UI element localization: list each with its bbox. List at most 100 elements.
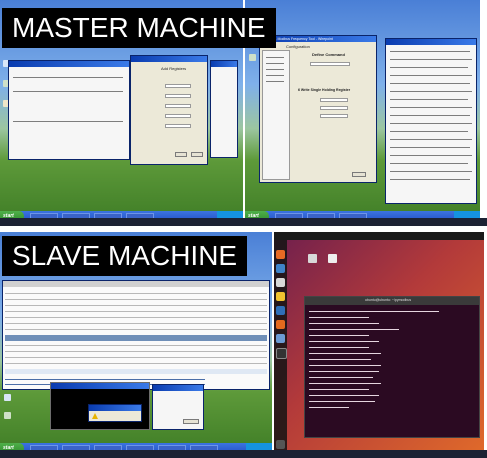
warning-icon bbox=[92, 413, 98, 419]
modbus-tool-window: Modbus - Modbus Frequency Tool - Wirepoi… bbox=[259, 35, 377, 183]
host-taskbar bbox=[0, 218, 487, 226]
tree-item[interactable] bbox=[266, 75, 284, 76]
terminal-line bbox=[309, 395, 379, 396]
terminal-line bbox=[309, 371, 379, 372]
host-taskbar bbox=[0, 450, 487, 458]
menu-configuration[interactable]: Configuration bbox=[286, 44, 310, 49]
terminal-icon[interactable] bbox=[276, 348, 287, 359]
alert-dialog bbox=[88, 404, 142, 422]
tree-item[interactable] bbox=[266, 57, 284, 58]
desktop-file-icon[interactable] bbox=[328, 254, 337, 263]
slave-id-field[interactable] bbox=[320, 114, 348, 118]
register-field[interactable] bbox=[165, 84, 191, 88]
log-line bbox=[390, 91, 472, 92]
terminal-line bbox=[309, 377, 373, 378]
terminal-line bbox=[309, 341, 379, 342]
selected-packet-row[interactable] bbox=[5, 335, 267, 341]
log-line bbox=[390, 131, 468, 132]
packet-row[interactable] bbox=[5, 345, 267, 346]
show-apps-icon[interactable] bbox=[276, 440, 285, 449]
add-registers-dialog: Add Registers bbox=[130, 55, 208, 165]
software-icon[interactable] bbox=[276, 320, 285, 329]
log-line bbox=[390, 83, 470, 84]
window-titlebar[interactable] bbox=[51, 383, 149, 389]
packet-detail-line bbox=[5, 379, 205, 380]
log-line bbox=[390, 115, 470, 116]
divider bbox=[13, 91, 123, 92]
tree-item[interactable] bbox=[266, 63, 284, 64]
packet-capture-window bbox=[2, 280, 270, 390]
tree-item[interactable] bbox=[266, 81, 284, 82]
cancel-button[interactable] bbox=[191, 152, 203, 157]
packet-row[interactable] bbox=[5, 299, 267, 300]
terminal-line bbox=[309, 389, 369, 390]
desktop-icon[interactable] bbox=[249, 54, 256, 61]
master-right-screen: Modbus - Modbus Frequency Tool - Wirepoi… bbox=[245, 0, 480, 222]
desktop-icon[interactable] bbox=[4, 394, 11, 401]
window-titlebar[interactable] bbox=[386, 39, 476, 45]
window-titlebar[interactable] bbox=[9, 61, 129, 67]
send-button[interactable] bbox=[352, 172, 366, 177]
log-line bbox=[390, 75, 472, 76]
terminal-line bbox=[309, 359, 371, 360]
packet-row[interactable] bbox=[5, 351, 267, 352]
terminal-line bbox=[309, 365, 381, 366]
terminal-line bbox=[309, 401, 375, 402]
slave-section: start ubuntu@ubuntu: ~/pymodbus SLAVE MA… bbox=[0, 232, 487, 458]
register-field[interactable] bbox=[165, 94, 191, 98]
value-field[interactable] bbox=[320, 106, 348, 110]
desktop-folder-icon[interactable] bbox=[308, 254, 317, 263]
log-line bbox=[390, 163, 468, 164]
writer-icon[interactable] bbox=[276, 306, 285, 315]
ok-button[interactable] bbox=[175, 152, 187, 157]
log-line bbox=[390, 179, 470, 180]
command-select[interactable] bbox=[310, 62, 350, 66]
terminal-line bbox=[309, 383, 381, 384]
terminal-line bbox=[309, 347, 369, 348]
window-titlebar[interactable] bbox=[3, 281, 269, 287]
terminal-line bbox=[309, 353, 381, 354]
help-icon[interactable] bbox=[276, 334, 285, 343]
slave-right-screen: ubuntu@ubuntu: ~/pymodbus bbox=[274, 232, 484, 454]
log-line bbox=[390, 107, 472, 108]
terminal-window: ubuntu@ubuntu: ~/pymodbus bbox=[304, 296, 480, 438]
firefox-icon[interactable] bbox=[276, 250, 285, 259]
packet-row[interactable] bbox=[5, 305, 267, 306]
register-field[interactable] bbox=[165, 124, 191, 128]
dialog-title: Add Registers bbox=[161, 66, 187, 71]
window-titlebar[interactable] bbox=[211, 61, 237, 67]
register-field[interactable] bbox=[165, 114, 191, 118]
desktop-icon[interactable] bbox=[4, 412, 11, 419]
terminal-line bbox=[309, 311, 439, 312]
packet-row[interactable] bbox=[5, 293, 267, 294]
register-field[interactable] bbox=[165, 104, 191, 108]
files-icon[interactable] bbox=[276, 278, 285, 287]
address-field[interactable] bbox=[320, 98, 348, 102]
log-line bbox=[390, 59, 472, 60]
mail-icon[interactable] bbox=[276, 264, 285, 273]
log-line bbox=[390, 67, 468, 68]
terminal-line bbox=[309, 407, 349, 408]
ubuntu-top-bar bbox=[274, 232, 484, 240]
slave-machine-label: SLAVE MACHINE bbox=[2, 236, 248, 276]
packet-detail-row[interactable] bbox=[5, 369, 267, 374]
dialog-button[interactable] bbox=[183, 419, 199, 424]
packet-row[interactable] bbox=[5, 311, 267, 312]
window-titlebar[interactable] bbox=[153, 385, 203, 391]
terminal-title: ubuntu@ubuntu: ~/pymodbus bbox=[365, 298, 412, 302]
packet-row[interactable] bbox=[5, 329, 267, 330]
dialog-titlebar[interactable] bbox=[131, 56, 207, 62]
music-icon[interactable] bbox=[276, 292, 285, 301]
master-machine-label: MASTER MACHINE bbox=[2, 8, 276, 48]
packet-row[interactable] bbox=[5, 323, 267, 324]
dialog-titlebar[interactable] bbox=[89, 405, 141, 411]
packet-row[interactable] bbox=[5, 357, 267, 358]
log-line bbox=[390, 147, 470, 148]
tree-item[interactable] bbox=[266, 69, 284, 70]
terminal-line bbox=[309, 317, 369, 318]
packet-row[interactable] bbox=[5, 317, 267, 318]
master-section: Add Registers start Modbus - Modbus Freq… bbox=[0, 0, 487, 226]
log-line bbox=[390, 123, 472, 124]
packet-row[interactable] bbox=[5, 363, 267, 364]
divider bbox=[13, 77, 123, 78]
